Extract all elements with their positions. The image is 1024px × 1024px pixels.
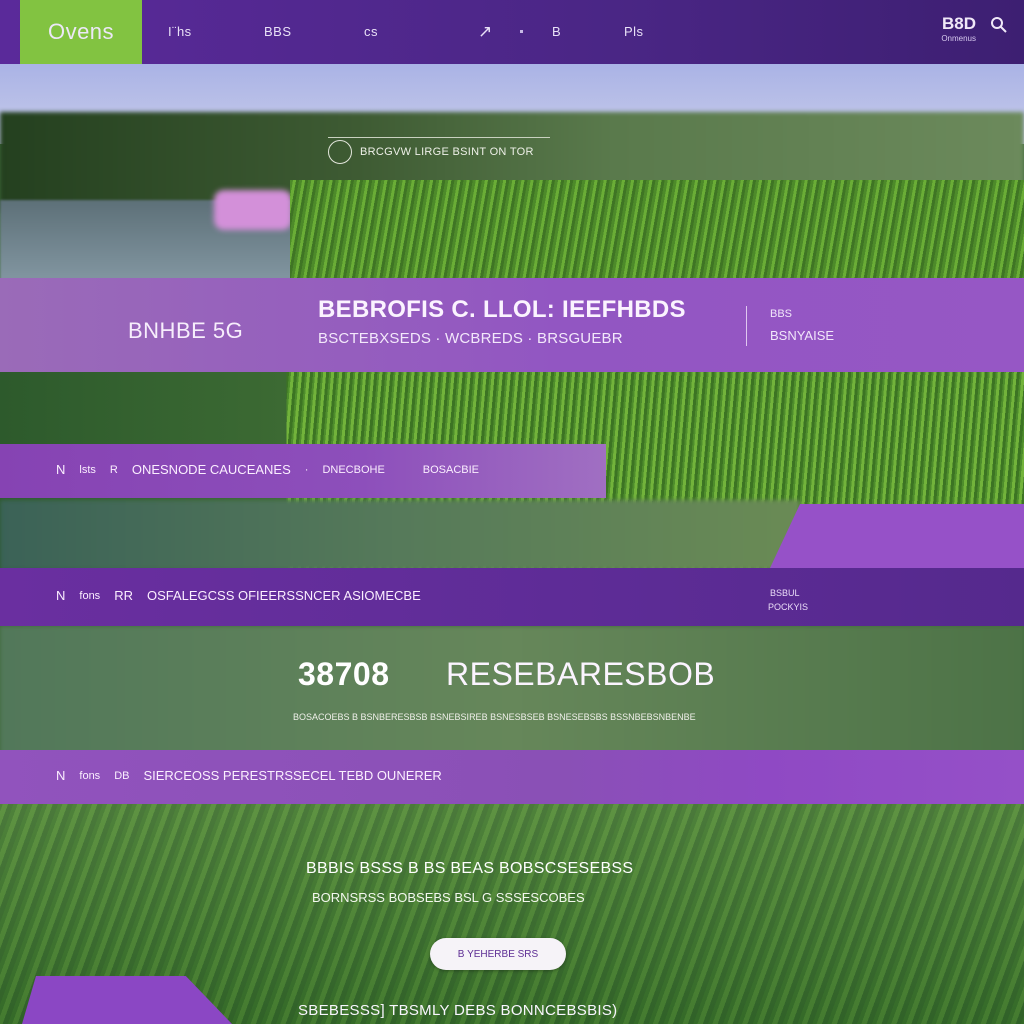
cta-button[interactable]: B YEHERBE SRS bbox=[430, 938, 566, 970]
nav-item-5[interactable]: Pls bbox=[624, 24, 644, 39]
info-row-3-content: N fons DB SIERCEOSS PERESTRSSECEL TEBD O… bbox=[56, 768, 456, 783]
row-item[interactable]: ONESNODE CAUCEANES bbox=[132, 462, 291, 477]
nav-item-2[interactable]: BBS bbox=[264, 24, 292, 39]
row-separator: · bbox=[304, 463, 309, 476]
circle-icon bbox=[328, 140, 352, 164]
banner-right-top: BBS bbox=[770, 308, 793, 320]
row-item: R bbox=[109, 463, 118, 476]
arrow-icon[interactable]: ↗ bbox=[478, 22, 492, 42]
stat-label: RESEBARESBOB bbox=[446, 656, 716, 692]
purple-accent-shape bbox=[770, 504, 1024, 568]
cta-subline: BORNSRSS BOBSEBS BSL G SSSESCOBES bbox=[312, 890, 585, 905]
cta-headline: BBBIS BSSS B BS BEAS BOBSCSESEBSS bbox=[306, 860, 634, 877]
banner-left-label: BNHBE 5G bbox=[128, 318, 244, 343]
nav-item-4[interactable]: B bbox=[552, 24, 561, 39]
row-title[interactable]: OSFALEGCSS OFIEERSSNCER ASIOMECBE bbox=[147, 588, 421, 603]
row-right-bottom: POCKYIS bbox=[768, 602, 809, 612]
row-item[interactable]: DNECBOHE bbox=[322, 464, 384, 476]
row-right-top: BSBUL bbox=[770, 588, 800, 598]
banner-right-bottom[interactable]: BSNYAISE bbox=[770, 328, 834, 343]
hero-tag-text: BRCGVW LIRGE BSINT ON TOR bbox=[360, 146, 534, 158]
grass-field-top bbox=[290, 180, 1024, 280]
row-number: N bbox=[56, 588, 66, 603]
stat-number: 38708 bbox=[298, 656, 390, 692]
row-item[interactable]: BOSACBIE bbox=[423, 464, 479, 476]
hero-tagline: BRCGVW LIRGE BSINT ON TOR bbox=[328, 140, 534, 164]
footer-text: SBEBESSS] TBSMLY DEBS BONNCEBSBIS) bbox=[298, 1002, 618, 1019]
grass-blur bbox=[0, 500, 800, 570]
row-item: DB bbox=[114, 769, 130, 782]
row-title[interactable]: SIERCEOSS PERESTRSSECEL TEBD OUNERER bbox=[143, 768, 441, 783]
row-item: fons bbox=[79, 769, 101, 782]
pink-object bbox=[214, 190, 292, 230]
brand-subtitle: Onmenus bbox=[941, 34, 976, 43]
info-row-1-content: N lsts R ONESNODE CAUCEANES · DNECBOHE B… bbox=[56, 462, 493, 477]
hero-divider bbox=[328, 137, 550, 138]
banner-subtitle: BSCTEBXSEDS · WCBREDS · BRSGUEBR bbox=[318, 330, 623, 347]
nav-item-1[interactable]: I¨hs bbox=[168, 24, 192, 39]
search-icon[interactable] bbox=[990, 16, 1008, 39]
nav-dot bbox=[520, 30, 523, 33]
brand-name[interactable]: B8D bbox=[942, 14, 976, 34]
banner-divider bbox=[746, 306, 747, 346]
info-row-2-content: N fons RR OSFALEGCSS OFIEERSSNCER ASIOME… bbox=[56, 588, 435, 603]
row-item: fons bbox=[79, 589, 101, 602]
row-number: N bbox=[56, 462, 66, 477]
logo[interactable]: Ovens bbox=[20, 0, 142, 64]
row-item: RR bbox=[114, 588, 133, 603]
stat-description: BOSACOEBS B BSNBERESBSB BSNEBSIREB BSNES… bbox=[293, 712, 696, 722]
top-navigation: Ovens I¨hs BBS cs ↗ B Pls B8D Onmenus bbox=[0, 0, 1024, 64]
banner-title: BEBROFIS C. LLOL: IEEFHBDS bbox=[318, 296, 686, 323]
nav-item-3[interactable]: cs bbox=[364, 24, 378, 39]
row-number: N bbox=[56, 768, 66, 783]
row-item: lsts bbox=[79, 463, 96, 476]
